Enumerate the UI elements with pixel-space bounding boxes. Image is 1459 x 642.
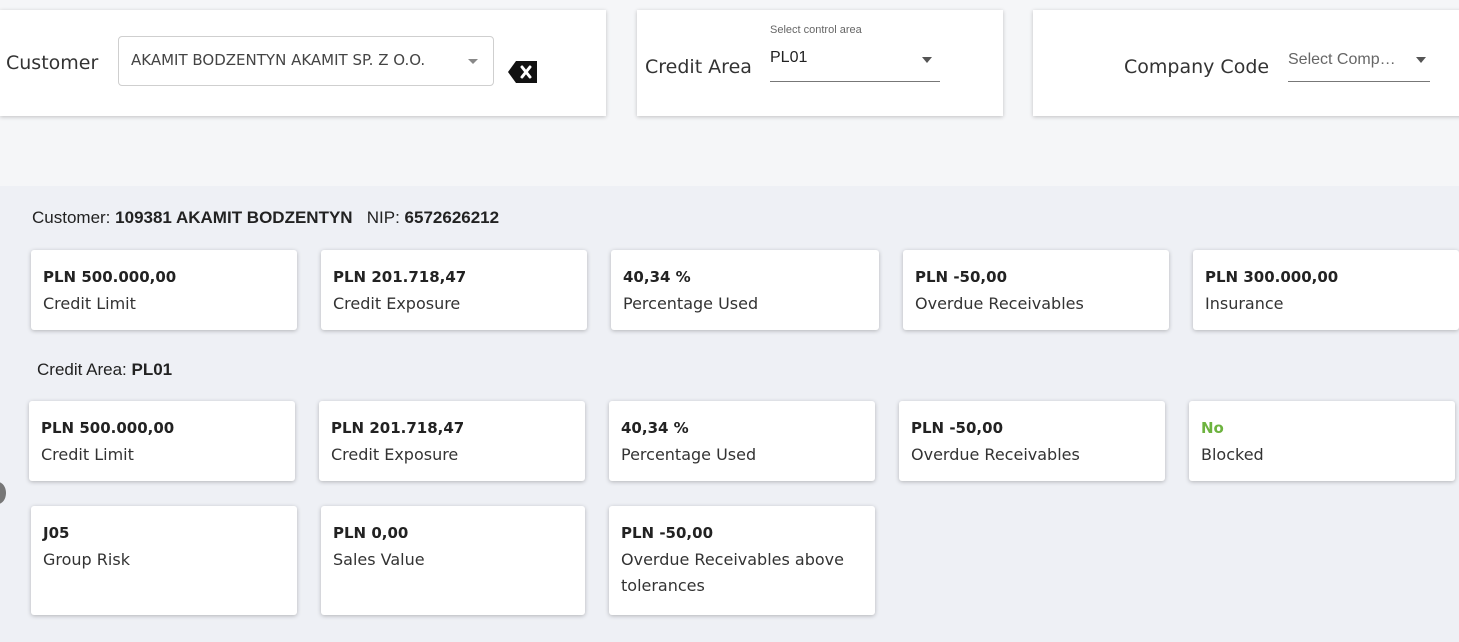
- card-label: Overdue Receivables above tolerances: [621, 550, 844, 595]
- card-value: J05: [43, 524, 70, 542]
- chevron-down-icon: [468, 59, 478, 64]
- credit-area-floating-label: Select control area: [770, 24, 862, 36]
- customer-heading-label: Customer:: [32, 208, 111, 227]
- area-card-sales-value: PLN 0,00 Sales Value: [321, 506, 585, 615]
- card-label: Percentage Used: [621, 445, 757, 464]
- backspace-x-icon[interactable]: [508, 60, 538, 84]
- card-value: 40,34 %: [621, 419, 689, 437]
- card-label: Credit Exposure: [333, 294, 461, 313]
- card-label: Overdue Receivables: [911, 445, 1080, 464]
- card-value: PLN 300.000,00: [1205, 268, 1339, 286]
- card-value: PLN 201.718,47: [331, 419, 465, 437]
- company-code-select[interactable]: Select Comp…: [1288, 46, 1430, 82]
- card-value: PLN 500.000,00: [43, 268, 177, 286]
- area-card-overdue-receivables: PLN -50,00 Overdue Receivables: [899, 401, 1165, 481]
- credit-area-select-value: PL01: [770, 49, 808, 66]
- card-value: PLN -50,00: [915, 268, 1007, 286]
- credit-area-filter-panel: Credit Area Select control area PL01: [637, 10, 1003, 116]
- card-label: Overdue Receivables: [915, 294, 1084, 313]
- area-card-percentage-used: 40,34 % Percentage Used: [609, 401, 875, 481]
- area-card-credit-limit: PLN 500.000,00 Credit Limit: [29, 401, 295, 481]
- customer-name: 109381 AKAMIT BODZENTYN: [115, 208, 353, 227]
- company-code-placeholder: Select Comp…: [1288, 51, 1396, 68]
- credit-area-heading: Credit Area: PL01: [37, 360, 172, 380]
- area-card-blocked: No Blocked: [1189, 401, 1455, 481]
- card-value: PLN 201.718,47: [333, 268, 467, 286]
- card-label: Credit Limit: [41, 445, 134, 464]
- customer-card-overdue-receivables: PLN -50,00 Overdue Receivables: [903, 250, 1169, 330]
- credit-area-label: Credit Area: [645, 56, 752, 78]
- card-value: PLN -50,00: [621, 524, 713, 542]
- area-card-group-risk: J05 Group Risk: [31, 506, 297, 615]
- chevron-down-icon: [922, 57, 932, 63]
- card-value: 40,34 %: [623, 268, 691, 286]
- nip-label: NIP:: [366, 208, 400, 227]
- customer-card-credit-exposure: PLN 201.718,47 Credit Exposure: [321, 250, 587, 330]
- company-code-label: Company Code: [1124, 56, 1270, 78]
- card-label: Insurance: [1205, 294, 1284, 313]
- customer-heading: Customer: 109381 AKAMIT BODZENTYN NIP: 6…: [32, 208, 499, 228]
- credit-area-heading-value: PL01: [131, 360, 173, 379]
- card-label: Group Risk: [43, 550, 130, 569]
- credit-area-select[interactable]: Select control area PL01: [770, 24, 940, 82]
- customer-card-percentage-used: 40,34 % Percentage Used: [611, 250, 879, 330]
- credit-area-heading-label: Credit Area:: [37, 360, 127, 379]
- customer-filter-panel: Customer AKAMIT BODZENTYN AKAMIT SP. Z O…: [0, 10, 606, 116]
- card-label: Credit Exposure: [331, 445, 459, 464]
- customer-card-credit-limit: PLN 500.000,00 Credit Limit: [31, 250, 297, 330]
- customer-card-insurance: PLN 300.000,00 Insurance: [1193, 250, 1459, 330]
- credit-summary-section: Customer: 109381 AKAMIT BODZENTYN NIP: 6…: [0, 186, 1459, 642]
- card-value: PLN 500.000,00: [41, 419, 175, 437]
- area-card-overdue-above-tolerances: PLN -50,00 Overdue Receivables above tol…: [609, 506, 875, 615]
- card-label: Percentage Used: [623, 294, 759, 313]
- clear-customer-icon: [508, 61, 537, 83]
- card-value: PLN -50,00: [911, 419, 1003, 437]
- card-value-blocked-status: No: [1201, 419, 1224, 437]
- customer-select-value: AKAMIT BODZENTYN AKAMIT SP. Z O.O.: [131, 51, 426, 69]
- card-label: Credit Limit: [43, 294, 136, 313]
- card-value: PLN 0,00: [333, 524, 409, 542]
- customer-label: Customer: [6, 52, 99, 74]
- card-label: Sales Value: [333, 550, 425, 569]
- company-code-filter-panel: Company Code Select Comp…: [1033, 10, 1459, 116]
- chevron-down-icon: [1416, 57, 1426, 63]
- customer-select[interactable]: AKAMIT BODZENTYN AKAMIT SP. Z O.O.: [118, 36, 494, 86]
- card-label: Blocked: [1201, 445, 1264, 464]
- filter-bar: Customer AKAMIT BODZENTYN AKAMIT SP. Z O…: [0, 0, 1459, 140]
- area-card-credit-exposure: PLN 201.718,47 Credit Exposure: [319, 401, 585, 481]
- nip-value: 6572626212: [404, 208, 500, 227]
